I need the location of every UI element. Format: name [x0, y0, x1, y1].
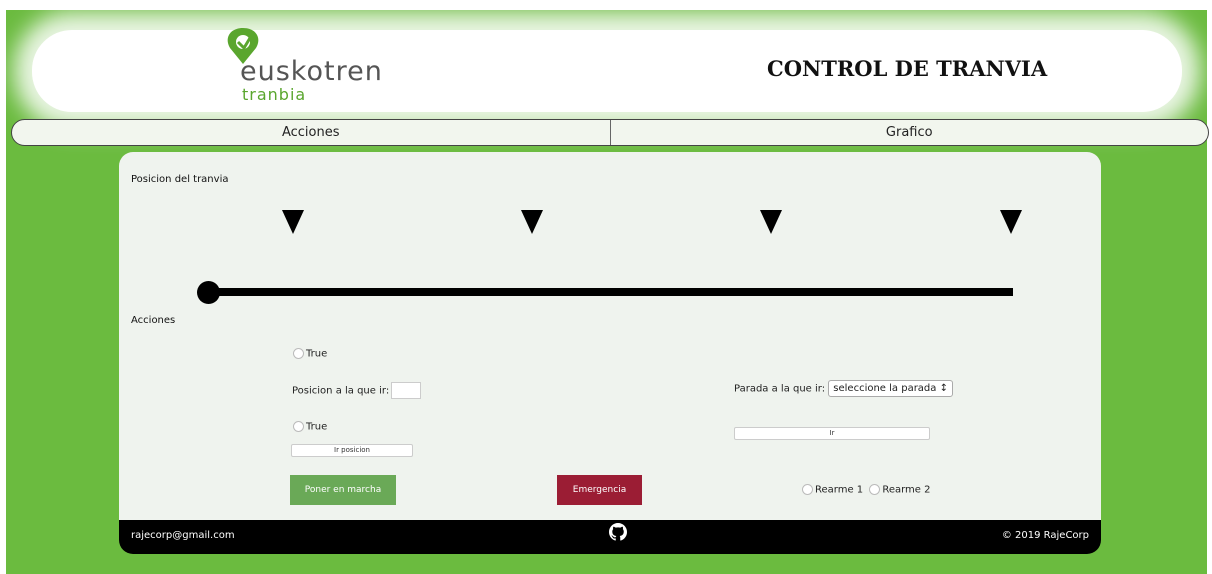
position-track[interactable] [207, 288, 1013, 296]
rearm-1-label: Rearme 1 [815, 484, 864, 496]
page-title: CONTROL DE TRANVIA [767, 56, 1048, 81]
rearm-2-label: Rearme 2 [882, 484, 931, 496]
footer-email[interactable]: rajecorp@gmail.com [131, 530, 235, 541]
go-position-button[interactable]: Ir posicion [291, 444, 413, 457]
header: euskotren tranbia CONTROL DE TRANVIA [32, 28, 1182, 112]
stop-marker-3 [760, 210, 782, 234]
position-slider-handle[interactable] [197, 281, 220, 304]
true-radio-2[interactable] [293, 421, 304, 432]
true-radio-1[interactable] [293, 348, 304, 359]
rearm-1-radio[interactable] [802, 484, 813, 495]
emergency-button[interactable]: Emergencia [557, 475, 642, 505]
github-icon[interactable] [609, 523, 627, 541]
position-field-label: Posicion a la que ir: [292, 385, 390, 397]
radio-row-1: True [293, 348, 327, 360]
main-panel: Posicion del tranvia Acciones True Posic… [119, 152, 1101, 520]
position-label: Posicion del tranvia [131, 174, 229, 185]
brand-name: euskotren [240, 56, 383, 87]
true-radio-1-label: True [306, 348, 328, 360]
true-radio-2-label: True [306, 421, 328, 433]
position-row: Posicion a la que ir: [292, 382, 422, 399]
radio-row-2: True [293, 421, 327, 433]
position-input[interactable] [391, 382, 422, 399]
actions-label: Acciones [131, 315, 176, 326]
stop-field-label: Parada a la que ir: [734, 383, 826, 395]
footer: rajecorp@gmail.com © 2019 RajeCorp [119, 520, 1101, 554]
go-button[interactable]: Ir [734, 427, 930, 440]
page-background: euskotren tranbia CONTROL DE TRANVIA Acc… [6, 10, 1209, 574]
tab-acciones[interactable]: Acciones [12, 120, 610, 145]
nav-bar: Acciones Grafico [11, 119, 1209, 146]
start-button[interactable]: Poner en marcha [290, 475, 396, 505]
brand-sub: tranbia [242, 85, 307, 104]
stop-marker-4 [1000, 210, 1022, 234]
tab-grafico[interactable]: Grafico [609, 120, 1209, 145]
stop-select[interactable]: seleccione la parada ↕ [828, 380, 953, 397]
rearm-2-radio[interactable] [869, 484, 881, 495]
stop-marker-1 [282, 210, 304, 234]
footer-copyright: © 2019 RajeCorp [1001, 530, 1089, 541]
stop-marker-2 [521, 210, 543, 234]
stop-row: Parada a la que ir: seleccione la parada… [734, 380, 953, 397]
rearm-row: Rearme 1 Rearme 2 [802, 484, 931, 496]
